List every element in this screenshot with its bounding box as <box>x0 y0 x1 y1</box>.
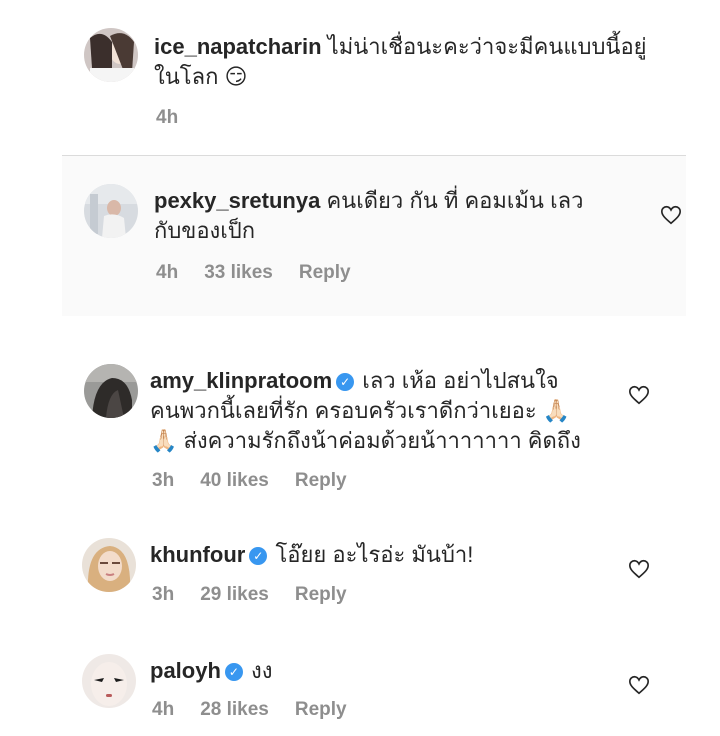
avatar[interactable] <box>84 184 138 238</box>
comment-body: pexky_sretunya คนเดียว กัน ที่ คอมเม้น เ… <box>154 186 634 246</box>
timestamp: 4h <box>156 107 179 128</box>
reply-button[interactable]: Reply <box>295 584 347 606</box>
reply-button[interactable]: Reply <box>295 699 347 721</box>
username[interactable]: amy_klinpratoom <box>150 368 332 393</box>
comment-text: คนเดียว กัน ที่ คอมเม้น เลว <box>326 188 584 213</box>
timestamp: 4h <box>156 262 179 283</box>
timestamp: 3h <box>152 470 175 491</box>
likes-count[interactable]: 29 likes <box>200 584 269 606</box>
comment-text: เลว เห้อ อย่าไปสนใจ <box>362 368 559 393</box>
verified-badge-icon: ✓ <box>224 663 243 681</box>
comment-text: งง <box>251 658 273 683</box>
verified-badge-icon: ✓ <box>249 547 268 565</box>
smirk-emoji-icon: 😏 <box>224 64 248 89</box>
heart-icon[interactable] <box>628 558 650 580</box>
comment-meta: 4h <box>156 107 178 129</box>
caption-text: ice_napatcharin ไม่น่าเชื่อนะคะว่าจะมีคน… <box>154 32 684 92</box>
comment-text: กับของเป็ก <box>154 218 256 243</box>
timestamp: 3h <box>152 584 175 605</box>
likes-count[interactable]: 40 likes <box>200 470 269 492</box>
likes-count[interactable]: 28 likes <box>200 699 269 721</box>
username[interactable]: khunfour <box>150 542 245 567</box>
reply-button[interactable]: Reply <box>295 470 347 492</box>
heart-icon[interactable] <box>660 204 682 226</box>
comment-meta: 4h 33 likes Reply <box>156 262 351 284</box>
avatar[interactable] <box>84 28 138 82</box>
avatar[interactable] <box>82 538 136 592</box>
username[interactable]: pexky_sretunya <box>154 188 320 213</box>
comment-text: 🙏🏻 ส่งความรักถึงน้าค่อมด้วยน้าาาาาาา คิด… <box>150 428 581 453</box>
heart-icon[interactable] <box>628 384 650 406</box>
timestamp: 4h <box>152 699 175 720</box>
comment-text: ไม่น่าเชื่อนะคะว่าจะมีคนแบบนี้อยู่ <box>327 34 647 59</box>
verified-badge-icon: ✓ <box>336 373 355 391</box>
comment-text: คนพวกนี้เลยที่รัก ครอบครัวเราดีกว่าเยอะ … <box>150 398 571 423</box>
avatar[interactable] <box>82 654 136 708</box>
heart-icon[interactable] <box>628 674 650 696</box>
comment-body: khunfour ✓ โอ๊ยย อะไรอ่ะ มันบ้า! <box>150 540 620 570</box>
likes-count[interactable]: 33 likes <box>204 262 273 284</box>
username[interactable]: ice_napatcharin <box>154 34 322 59</box>
comment-text: ในโลก <box>154 64 219 89</box>
reply-button[interactable]: Reply <box>299 262 351 284</box>
avatar[interactable] <box>84 364 138 418</box>
comment-body: paloyh ✓ งง <box>150 656 620 686</box>
comment-meta: 3h 29 likes Reply <box>152 584 347 606</box>
comment-meta: 3h 40 likes Reply <box>152 470 347 492</box>
comment-meta: 4h 28 likes Reply <box>152 699 347 721</box>
comment-text: โอ๊ยย อะไรอ่ะ มันบ้า! <box>275 542 474 567</box>
comment-body: amy_klinpratoom ✓ เลว เห้อ อย่าไปสนใจ คนพ… <box>150 366 620 456</box>
username[interactable]: paloyh <box>150 658 221 683</box>
